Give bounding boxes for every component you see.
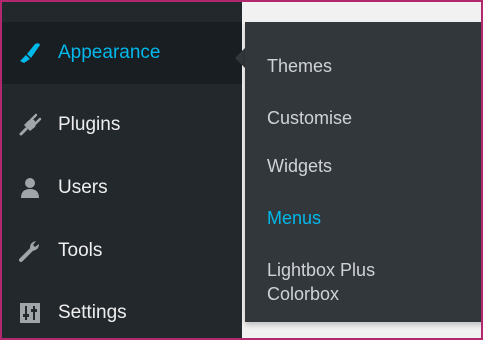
submenu-item-lightbox-plus-colorbox[interactable]: Lightbox Plus Colorbox xyxy=(267,258,475,306)
wrench-icon xyxy=(18,239,42,263)
submenu-item-menus[interactable]: Menus xyxy=(267,206,475,230)
sliders-icon xyxy=(18,301,42,325)
sidebar-item-appearance[interactable]: Appearance xyxy=(2,22,242,84)
sidebar-item-label: Plugins xyxy=(58,114,121,135)
sidebar-item-label: Tools xyxy=(58,240,103,261)
sidebar-item-users[interactable]: Users xyxy=(2,157,242,219)
paint-brush-icon xyxy=(18,41,42,65)
flyout-pointer xyxy=(235,48,245,68)
sidebar-item-plugins[interactable]: Plugins xyxy=(2,94,242,156)
sidebar-item-settings[interactable]: Settings xyxy=(2,282,242,338)
sidebar-item-label: Settings xyxy=(58,302,127,323)
submenu-item-customise[interactable]: Customise xyxy=(267,106,475,130)
submenu-item-label-line2: Colorbox xyxy=(267,284,340,304)
user-icon xyxy=(18,176,42,200)
appearance-submenu: Themes Customise Widgets Menus Lightbox … xyxy=(245,22,481,322)
screenshot-frame: Appearance Plugins Users Tools Settings … xyxy=(0,0,483,340)
submenu-item-label-line1: Lightbox Plus xyxy=(267,260,376,280)
sidebar-item-label: Users xyxy=(58,177,108,198)
plug-icon xyxy=(18,113,42,137)
submenu-item-themes[interactable]: Themes xyxy=(267,54,475,78)
sidebar-item-tools[interactable]: Tools xyxy=(2,220,242,282)
sidebar-item-label: Appearance xyxy=(58,42,161,63)
submenu-item-widgets[interactable]: Widgets xyxy=(267,154,475,178)
admin-sidebar: Appearance Plugins Users Tools Settings xyxy=(2,2,242,338)
